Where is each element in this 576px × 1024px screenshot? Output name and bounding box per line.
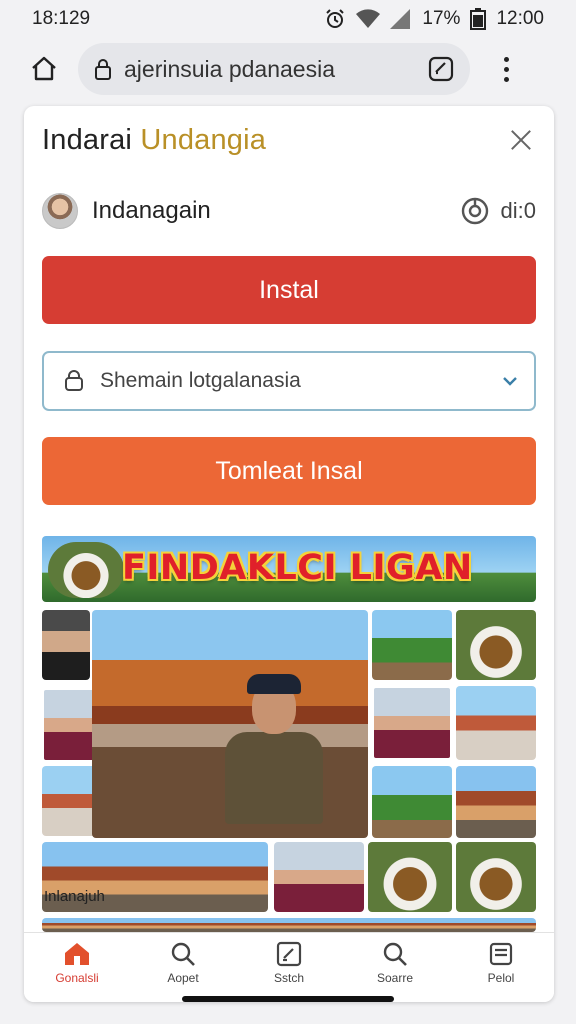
gallery-image-house[interactable] [456,766,536,838]
card-title: Indarai Undangia [42,124,266,157]
more-options-button[interactable] [494,49,518,89]
account-row: Indanagain di:0 [42,192,536,230]
title-accent: Undangia [140,123,267,156]
home-icon [65,943,89,965]
account-meta: di:0 [461,197,536,225]
account-meta-text: di:0 [500,198,536,223]
status-clock: 12:00 [496,8,544,29]
figure-cap [246,673,301,694]
more-dot [503,76,509,82]
gallery-image-group[interactable] [274,842,364,912]
home-icon [32,56,56,81]
lock-icon [65,370,83,391]
nav-item-explore[interactable]: Aopet [130,933,236,1002]
nav-label: Soarre [376,971,414,985]
card-header: Indarai Undangia [42,120,536,160]
nav-label: Sstch [273,971,304,985]
search-icon [383,942,407,966]
nav-label: Aopet [167,971,199,985]
battery-icon [470,8,487,30]
status-icons: 17% 12:00 [324,8,544,30]
nav-label: Pelol [487,971,515,985]
close-button[interactable] [506,125,536,155]
search-icon [171,942,195,966]
gallery-image-garden[interactable] [372,766,452,838]
nav-item-search[interactable]: Soarre [342,933,448,1002]
image-gallery: FINDAKLCI LIGAN [42,536,536,932]
gallery-image-offering[interactable] [368,842,452,912]
install-button[interactable]: Instal [42,256,536,324]
account-name: Indanagain [92,197,211,224]
address-bar[interactable]: ajerinsuia pdanaesia [78,43,470,95]
tab-switcher-icon[interactable] [428,56,454,82]
lock-icon [95,59,111,80]
gallery-image-palms[interactable] [372,610,452,680]
gallery-image-main[interactable] [92,610,368,838]
gallery-image-man[interactable] [372,686,452,760]
footer-text: Inlanajuh [44,888,105,905]
banner-text: FINDAKLCI LIGAN [122,548,473,588]
home-indicator[interactable] [182,996,394,1002]
banner-food-image [48,542,124,598]
profile-card-icon [489,942,513,966]
rating-icon [461,197,488,225]
app-install-card: Indarai Undangia Indanagain di:0 Instal … [24,106,554,1002]
browser-toolbar: ajerinsuia pdanaesia [0,42,576,96]
gallery-image-strip[interactable] [42,918,536,932]
more-dot [503,56,509,62]
figure-body [224,731,323,824]
more-dot [503,66,509,72]
nav-item-home[interactable]: Gonalsli [24,933,130,1002]
wifi-icon [356,9,381,28]
url-text: ajerinsuia pdanaesia [124,55,335,82]
main-figure-person [219,673,329,824]
alarm-icon [326,9,345,28]
status-time: 18:129 [32,8,91,29]
secondary-install-button[interactable]: Tomleat Insal [42,437,536,505]
gallery-image-dish[interactable] [456,610,536,680]
edit-square-icon [276,941,302,967]
home-button[interactable] [24,49,64,89]
search-field[interactable]: Shemain lotgalanasia [42,351,536,411]
nav-item-profile[interactable]: Pelol [448,933,554,1002]
status-bar: 18:129 17% 12:00 [0,0,576,38]
gallery-image-van[interactable] [456,686,536,760]
chevron-down-icon[interactable] [502,376,518,386]
nav-label: Gonalsli [55,971,99,985]
bottom-navigation: Gonalsli Aopet Sstch Soarre Pelol [24,932,554,1002]
signal-icon [390,9,411,29]
battery-percent: 17% [422,8,461,29]
gallery-banner[interactable]: FINDAKLCI LIGAN [42,536,536,602]
gallery-image-cuisine[interactable] [456,842,536,912]
title-main: Indarai [42,123,133,156]
search-value: Shemain lotgalanasia [100,369,301,392]
avatar [42,193,78,229]
gallery-image-portrait[interactable] [42,610,90,680]
nav-item-sketch[interactable]: Sstch [236,933,342,1002]
